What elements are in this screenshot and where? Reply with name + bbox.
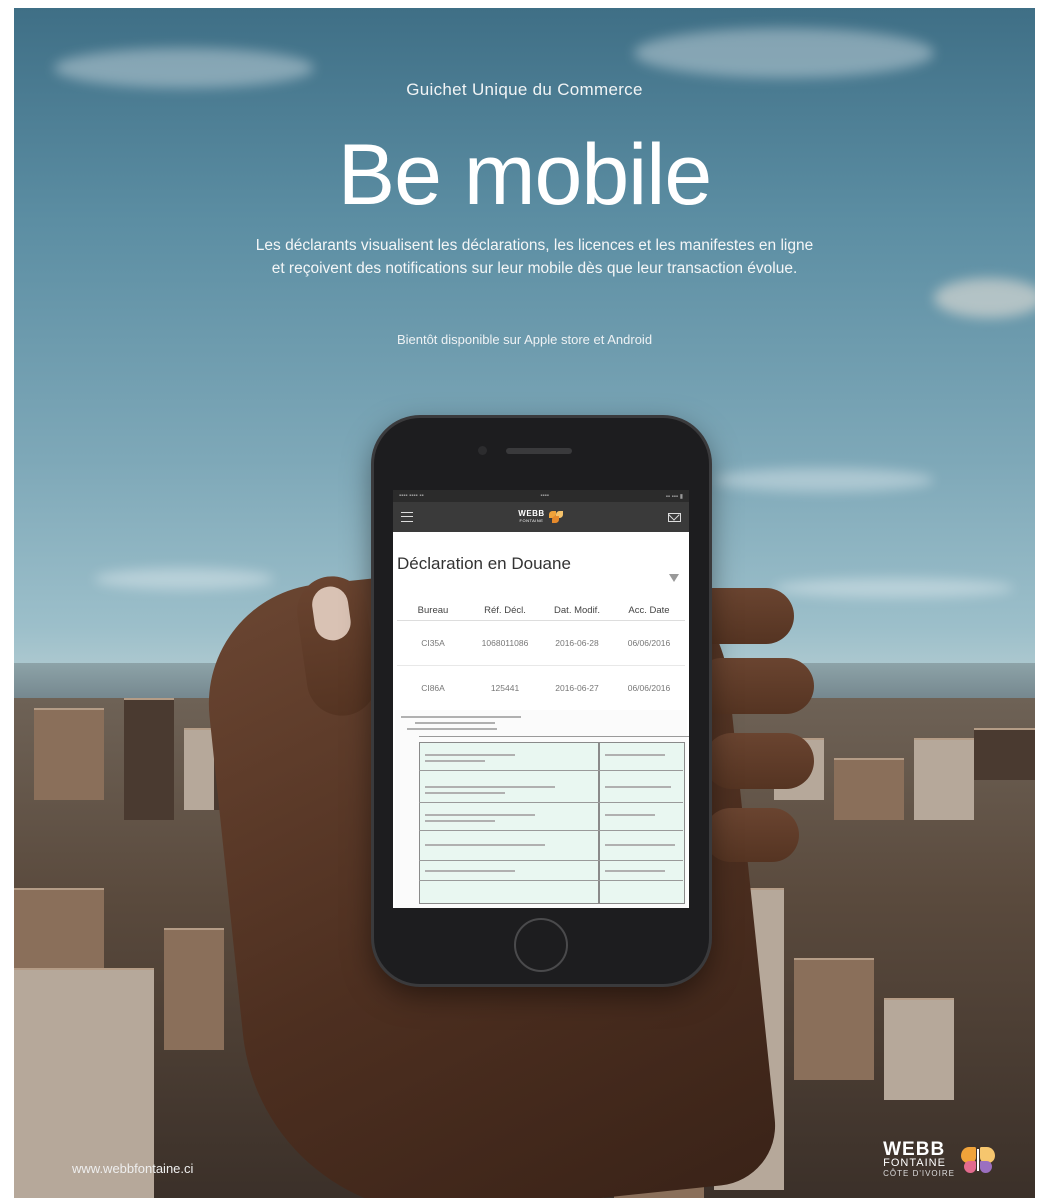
carrier-text: ▪▪▪▪ ▪▪▪▪ ▪▪ [399,493,424,499]
table-cell: CI35A [421,638,445,648]
cloud [934,278,1035,318]
table-cell: 125441 [490,683,520,693]
table-cell: CI86A [421,683,445,693]
logo-line1: WEBB [883,1139,946,1160]
thumbnail [309,584,353,643]
table-cell: 2016-06-27 [555,683,599,693]
battery-icon: ▪▪ ▪▪▪ ▮ [665,493,683,500]
table-row[interactable]: CI35A 1068011086 2016-06-28 06/06/2016 [397,621,685,666]
logo-wordmark: WEBB FONTAINE CÔTE D'IVOIRE [883,1139,955,1178]
building [884,998,954,1100]
speaker-grille [506,448,572,454]
building [124,698,174,820]
building [794,958,874,1080]
availability-text: Bientôt disponible sur Apple store et An… [396,332,653,347]
building [914,738,974,820]
cloud [774,578,1014,598]
poster: Guichet Unique du Commerce Be mobile Les… [14,8,1035,1198]
screen-title: Déclaration en Douane [397,554,571,573]
table-cell: 06/06/2016 [627,638,671,648]
smartphone: ▪▪▪▪ ▪▪▪▪ ▪▪ ▪▪▪▪ ▪▪ ▪▪▪ ▮ WEBB FONTAINE [374,418,709,984]
webb-fontaine-logo: WEBB FONTAINE CÔTE D'IVOIRE [883,1139,995,1178]
declaration-document-preview [395,710,689,908]
website-url[interactable]: www.webbfontaine.ci [72,1161,193,1176]
logo-line3: CÔTE D'IVOIRE [883,1169,955,1178]
brand-wordmark: WEBB FONTAINE [518,510,544,524]
table-row[interactable]: CI86A 125441 2016-06-27 06/06/2016 [397,666,685,711]
logo-line2: FONTAINE [883,1157,946,1169]
clock-text: ▪▪▪▪ [540,493,549,499]
building [974,728,1035,780]
mail-icon[interactable] [667,512,681,522]
cloud [94,568,274,590]
description-line: Les déclarants visualisent les déclarati… [255,237,814,254]
brand-logo: WEBB FONTAINE [518,510,563,524]
butterfly-logo-icon [548,511,563,523]
kicker-text: Guichet Unique du Commerce [406,80,643,99]
table-cell: 1068011086 [481,638,529,648]
column-header: Bureau [417,604,449,616]
butterfly-logo-icon [961,1145,995,1175]
front-camera [478,446,487,455]
table-cell: 06/06/2016 [627,683,671,693]
table-cell: 2016-06-28 [555,638,599,648]
finger [704,808,799,862]
headline: Be mobile [337,127,712,223]
building [834,758,904,820]
cloud [714,468,934,492]
finger [694,658,814,714]
cloud [634,28,934,78]
column-header: Dat. Modif. [554,604,600,616]
phone-screen: ▪▪▪▪ ▪▪▪▪ ▪▪ ▪▪▪▪ ▪▪ ▪▪▪ ▮ WEBB FONTAINE [393,490,689,908]
status-bar: ▪▪▪▪ ▪▪▪▪ ▪▪ ▪▪▪▪ ▪▪ ▪▪▪ ▮ [393,490,689,502]
description: Les déclarants visualisent les déclarati… [134,234,935,280]
column-header: Réf. Décl. [484,604,526,616]
table-header: Bureau Réf. Décl. Dat. Modif. Acc. Date [397,600,685,621]
home-button[interactable] [514,918,568,972]
column-header: Acc. Date [628,604,670,616]
finger [704,733,814,789]
filter-icon[interactable] [669,574,679,582]
brand-line2: FONTAINE [519,518,544,523]
building [164,928,224,1050]
declarations-table: Bureau Réf. Décl. Dat. Modif. Acc. Date … [397,600,685,711]
app-bar: WEBB FONTAINE [393,502,689,532]
description-line: et reçoivent des notifications sur leur … [271,260,798,277]
hamburger-menu-icon[interactable] [401,512,413,522]
building [34,708,104,800]
